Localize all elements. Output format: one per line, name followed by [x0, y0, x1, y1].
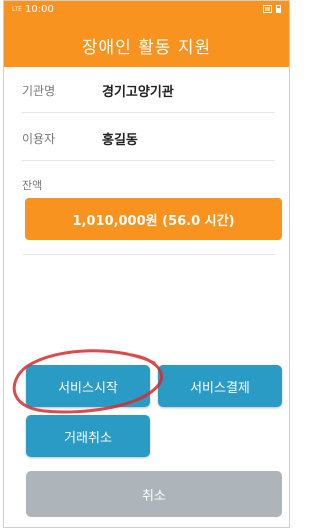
transaction-cancel-button[interactable]: 거래취소 [26, 415, 150, 457]
agency-row: 기관명 경기고양기관 [22, 68, 275, 113]
sim-card-icon [263, 5, 272, 13]
user-row: 이용자 홍길동 [22, 116, 275, 161]
status-bar: LTE 10:00 [4, 1, 289, 21]
service-start-button[interactable]: 서비스시작 [26, 365, 150, 407]
divider [22, 254, 275, 255]
phone-screen: LTE 10:00 장애인 활동 지원 기관명 경기고양기관 이용자 홍길동 잔… [3, 0, 290, 528]
agency-value: 경기고양기관 [102, 84, 174, 100]
battery-icon [276, 5, 281, 13]
balance-display: 1,010,000원 (56.0 시간) [25, 198, 282, 240]
status-icons [263, 5, 281, 13]
balance-label: 잔액 [22, 179, 43, 192]
user-label: 이용자 [22, 131, 56, 146]
page-title: 장애인 활동 지원 [81, 38, 212, 58]
service-payment-button[interactable]: 서비스결제 [158, 365, 282, 407]
network-indicator: LTE [12, 6, 22, 13]
app-bar: LTE 10:00 장애인 활동 지원 [4, 1, 289, 67]
user-value: 홍길동 [102, 132, 138, 148]
status-time: 10:00 [24, 4, 54, 15]
status-left: LTE 10:00 [12, 4, 54, 15]
agency-label: 기관명 [22, 83, 56, 98]
cancel-button[interactable]: 취소 [26, 471, 282, 517]
